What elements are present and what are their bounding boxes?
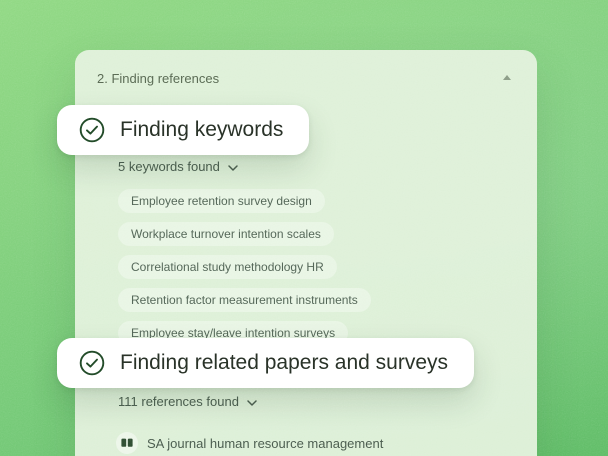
- keyword-chip: Retention factor measurement instruments: [118, 288, 371, 312]
- chevron-down-icon: [227, 162, 239, 172]
- open-book-icon: [116, 432, 138, 454]
- collapse-button[interactable]: [501, 72, 513, 82]
- step-label: Finding keywords: [120, 118, 284, 141]
- card-title: 2. Finding references: [97, 71, 220, 86]
- keyword-chip: Employee retention survey design: [118, 189, 325, 213]
- keyword-chip: Workplace turnover intention scales: [118, 222, 334, 246]
- check-circle-icon: [79, 350, 105, 376]
- reference-list-item[interactable]: SA journal human resource management: [116, 432, 383, 454]
- step-callout-references: Finding related papers and surveys: [57, 338, 475, 388]
- chevron-down-icon: [246, 397, 258, 407]
- finding-references-card: 2. Finding references Finding keywords 5…: [57, 50, 537, 456]
- keywords-summary-toggle[interactable]: 5 keywords found: [118, 159, 239, 174]
- keywords-summary-label: 5 keywords found: [118, 159, 220, 174]
- step-label: Finding related papers and surveys: [120, 351, 449, 374]
- step-callout-keywords: Finding keywords: [57, 105, 310, 155]
- reference-title: SA journal human resource management: [147, 435, 384, 451]
- references-summary-toggle[interactable]: 111 references found: [118, 394, 258, 409]
- references-summary-label: 111 references found: [118, 394, 239, 409]
- caret-up-icon: [502, 74, 512, 81]
- keyword-chip: Correlational study methodology HR: [118, 255, 337, 279]
- check-circle-icon: [79, 117, 105, 143]
